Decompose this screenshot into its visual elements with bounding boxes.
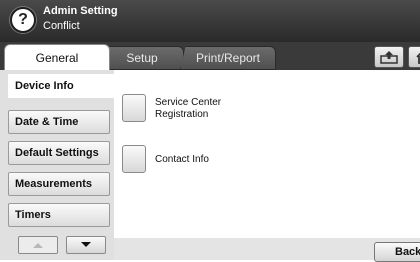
home-icon <box>416 52 420 64</box>
sidebar-item-timers[interactable]: Timers <box>8 203 110 227</box>
tab-general[interactable]: General <box>4 44 110 70</box>
contact-info-label: Contact Info <box>155 154 209 165</box>
help-icon: ? <box>18 11 28 28</box>
contact-info-button[interactable] <box>122 145 146 173</box>
tab-print-report[interactable]: Print/Report <box>180 46 276 70</box>
sidebar-item-measurements[interactable]: Measurements <box>8 172 110 196</box>
sidebar-item-date-time[interactable]: Date & Time <box>8 110 110 134</box>
sidebar-item-device-info[interactable]: Device Info <box>8 74 114 98</box>
home-button[interactable] <box>408 46 420 68</box>
scroll-down-button[interactable] <box>66 236 106 254</box>
scroll-up-button[interactable] <box>18 236 58 254</box>
upload-icon <box>380 51 398 64</box>
sidebar-item-default-settings[interactable]: Default Settings <box>8 141 110 165</box>
upload-button[interactable] <box>374 46 404 68</box>
service-center-registration-button[interactable] <box>122 94 146 122</box>
tab-setup[interactable]: Setup <box>100 46 184 70</box>
page-subtitle: Conflict <box>43 20 80 32</box>
page-title: Admin Setting <box>43 5 118 17</box>
back-button[interactable]: Back <box>374 242 420 262</box>
triangle-down-icon <box>81 242 91 247</box>
triangle-up-icon <box>33 243 43 248</box>
sidebar <box>0 70 114 260</box>
service-center-registration-label: Service Center Registration <box>155 97 222 120</box>
help-button[interactable]: ? <box>10 7 36 33</box>
